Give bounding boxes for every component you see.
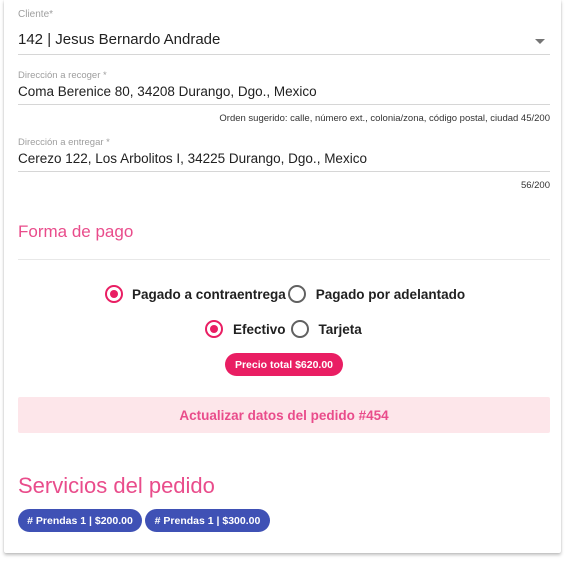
recoger-input[interactable]: Coma Berenice 80, 34208 Durango, Dgo., M… bbox=[18, 84, 317, 99]
forma-de-pago-title: Forma de pago bbox=[18, 222, 134, 241]
cliente-underline bbox=[18, 54, 550, 55]
entregar-underline bbox=[18, 171, 550, 172]
services-chip-list: # Prendas 1 | $200.00 # Prendas 1 | $300… bbox=[18, 509, 270, 532]
payment-timing-group: Pagado a contraentrega Pagado por adelan… bbox=[105, 285, 465, 303]
servicios-title: Servicios del pedido bbox=[18, 473, 215, 498]
section-divider bbox=[18, 259, 550, 260]
radio-option-tarjeta[interactable]: Tarjeta bbox=[290, 320, 362, 338]
radio-label-efectivo: Efectivo bbox=[233, 321, 286, 337]
payment-method-group: Efectivo Tarjeta bbox=[205, 320, 362, 338]
entregar-input[interactable]: Cerezo 122, Los Arbolitos I, 34225 Duran… bbox=[18, 151, 367, 166]
chevron-down-icon[interactable] bbox=[535, 39, 545, 44]
radio-label-adelantado: Pagado por adelantado bbox=[315, 286, 466, 302]
service-chip[interactable]: # Prendas 1 | $200.00 bbox=[18, 509, 142, 532]
total-price-badge: Precio total $620.00 bbox=[225, 353, 343, 376]
radio-label-tarjeta: Tarjeta bbox=[318, 321, 362, 337]
radio-option-efectivo[interactable]: Efectivo bbox=[205, 320, 286, 338]
update-order-button[interactable]: Actualizar datos del pedido #454 bbox=[18, 397, 550, 433]
radio-checked-icon[interactable] bbox=[105, 285, 123, 303]
cliente-select-value[interactable]: 142 | Jesus Bernardo Andrade bbox=[18, 31, 220, 48]
radio-label-contraentrega: Pagado a contraentrega bbox=[132, 286, 286, 302]
entregar-label: Dirección a entregar * bbox=[18, 137, 110, 148]
radio-option-adelantado[interactable]: Pagado por adelantado bbox=[287, 285, 466, 303]
recoger-hint: Orden sugerido: calle, número ext., colo… bbox=[219, 113, 550, 124]
service-chip[interactable]: # Prendas 1 | $300.00 bbox=[145, 509, 270, 532]
entregar-counter: 56/200 bbox=[520, 180, 550, 191]
radio-unchecked-icon[interactable] bbox=[290, 320, 309, 338]
order-form-card: Cliente* 142 | Jesus Bernardo Andrade Di… bbox=[4, 0, 561, 553]
cliente-label: Cliente* bbox=[18, 9, 54, 20]
radio-option-contraentrega[interactable]: Pagado a contraentrega bbox=[105, 285, 286, 303]
recoger-label: Dirección a recoger * bbox=[18, 70, 107, 81]
radio-checked-icon[interactable] bbox=[205, 320, 223, 338]
radio-unchecked-icon[interactable] bbox=[287, 285, 306, 303]
recoger-underline bbox=[18, 104, 550, 105]
